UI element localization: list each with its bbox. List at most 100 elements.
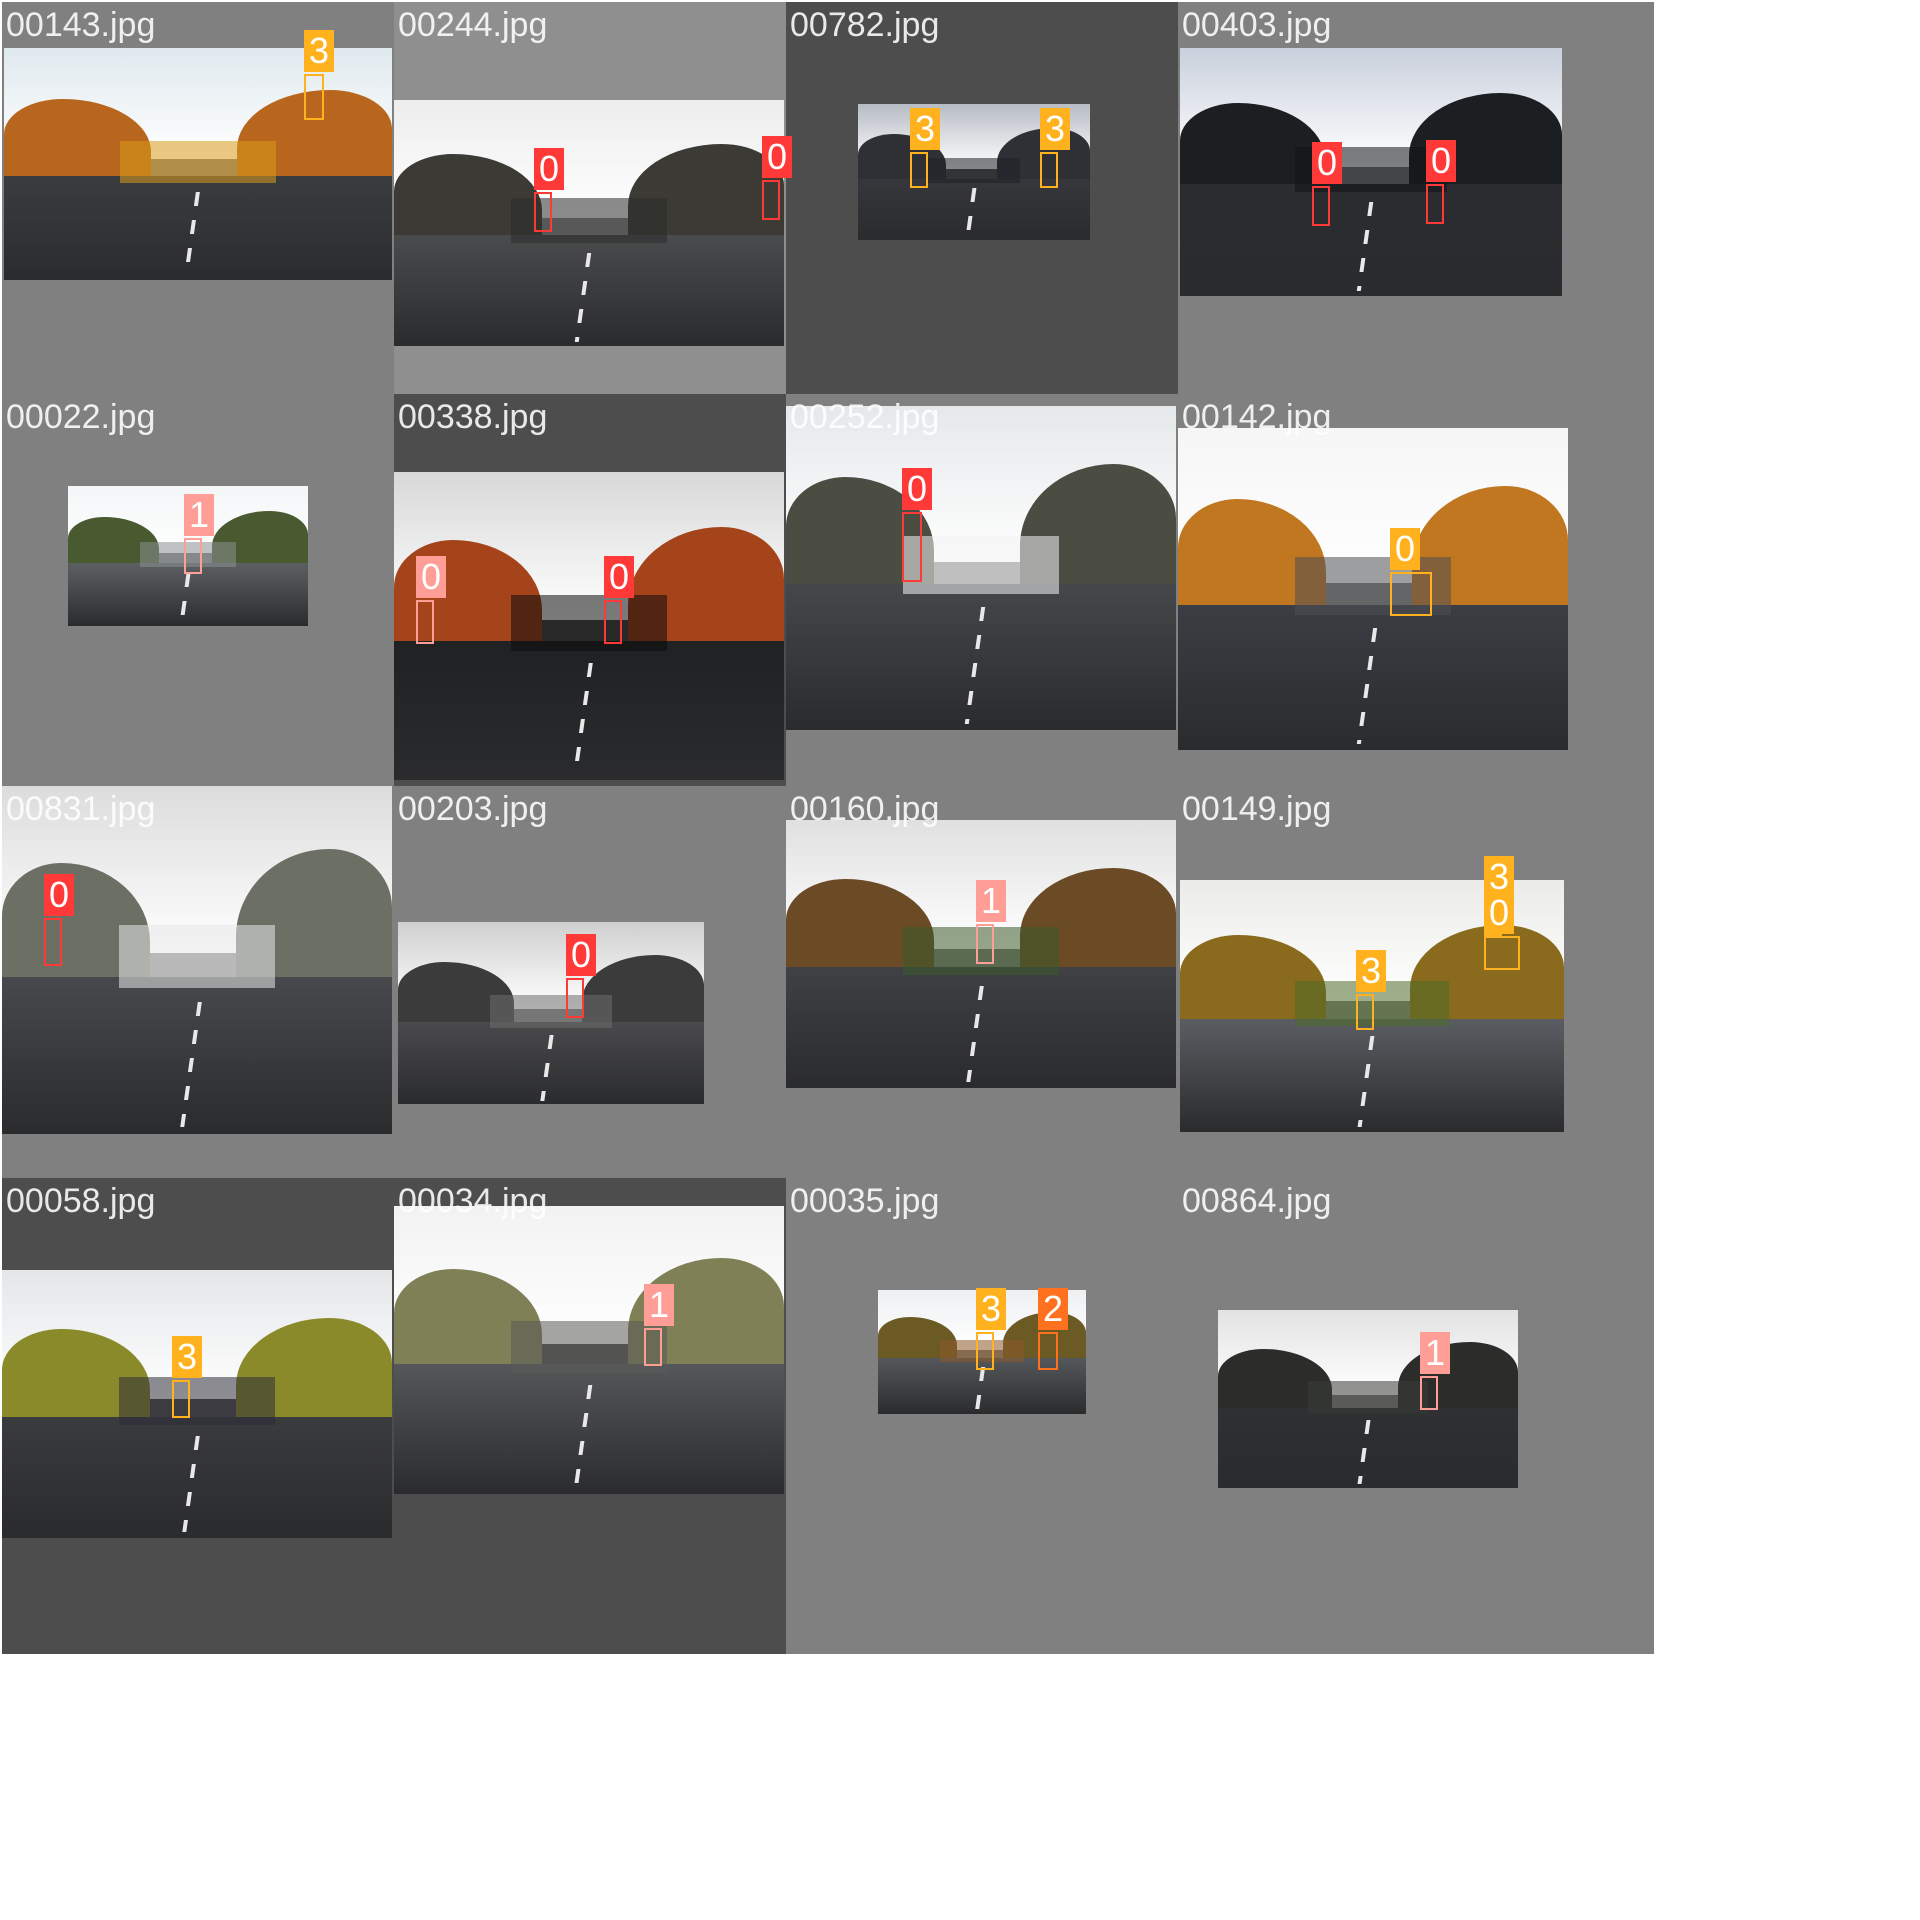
scene-photo: [398, 922, 704, 1104]
tile-filename: 00143.jpg: [6, 6, 156, 44]
scene-structure: [903, 535, 1059, 594]
bounding-box: [184, 538, 202, 574]
scene-structure: [120, 140, 276, 183]
detection-box: 2: [1038, 1288, 1068, 1370]
road: [2, 977, 392, 1134]
detection-box: 0: [1426, 140, 1456, 224]
scene-photo: [4, 48, 392, 280]
bounding-box: [762, 180, 780, 220]
bounding-box: [1420, 1376, 1438, 1410]
class-label: 3: [976, 1288, 1006, 1330]
bounding-box: [172, 1380, 190, 1418]
bounding-box: [534, 192, 552, 232]
detection-box: 3: [1040, 108, 1070, 188]
tile-filename: 00864.jpg: [1182, 1182, 1332, 1220]
class-label: 2: [1038, 1288, 1068, 1330]
class-label: 0: [1484, 892, 1514, 934]
scene-photo: [1180, 48, 1562, 296]
tile-filename: 00035.jpg: [790, 1182, 940, 1220]
scene-structure: [511, 595, 667, 651]
scene-structure: [489, 994, 613, 1028]
bounding-box: [604, 600, 622, 644]
detection-mosaic: 3 00143.jpg 0 0 00244.jpg 3 3 00782.jpg 0 0 00403.…: [0, 0, 1920, 1920]
road: [394, 235, 784, 346]
bounding-box: [976, 1332, 994, 1370]
detection-box: 3: [976, 1288, 1006, 1370]
class-label: 0: [1390, 528, 1420, 570]
scene-photo: [394, 100, 784, 346]
scene-photo: [1178, 428, 1568, 750]
bounding-box: [304, 74, 324, 120]
class-label: 0: [1426, 140, 1456, 182]
detection-box: 1: [644, 1284, 674, 1366]
detection-box: 0: [534, 148, 564, 232]
tile-filename: 00142.jpg: [1182, 398, 1332, 436]
scene-structure: [119, 925, 275, 988]
class-label: 0: [44, 874, 74, 916]
tile-filename: 00403.jpg: [1182, 6, 1332, 44]
class-label: 3: [172, 1336, 202, 1378]
tile-filename: 00022.jpg: [6, 398, 156, 436]
bounding-box: [1040, 152, 1058, 188]
scene-photo: [394, 472, 784, 780]
tile-filename: 00244.jpg: [398, 6, 548, 44]
scene-structure: [119, 1377, 275, 1426]
bounding-box: [44, 918, 62, 966]
class-label: 0: [1312, 142, 1342, 184]
detection-box: 3: [172, 1336, 202, 1418]
scene-photo: [2, 1270, 392, 1538]
bounding-box: [566, 978, 584, 1018]
bounding-box: [1356, 994, 1374, 1030]
detection-box: 3: [910, 108, 940, 188]
class-label: 3: [1040, 108, 1070, 150]
detection-box: 0: [1484, 892, 1520, 970]
class-label: 1: [184, 494, 214, 536]
tile-filename: 00058.jpg: [6, 1182, 156, 1220]
detection-box: 0: [44, 874, 74, 966]
detection-box: 0: [902, 468, 932, 582]
class-label: 1: [1420, 1332, 1450, 1374]
detection-box: 3: [1356, 950, 1386, 1030]
bounding-box: [910, 152, 928, 188]
bounding-box: [1312, 186, 1330, 226]
bounding-box: [644, 1328, 662, 1366]
class-label: 3: [910, 108, 940, 150]
tile-filename: 00831.jpg: [6, 790, 156, 828]
class-label: 0: [566, 934, 596, 976]
road: [1178, 605, 1568, 750]
class-label: 1: [976, 880, 1006, 922]
detection-box: 1: [184, 494, 214, 574]
tile-filename: 00252.jpg: [790, 398, 940, 436]
bounding-box: [1038, 1332, 1058, 1370]
detection-box: 0: [762, 136, 792, 220]
bounding-box: [1484, 936, 1520, 970]
bounding-box: [902, 512, 922, 582]
detection-box: 0: [1312, 142, 1342, 226]
detection-box: 0: [416, 556, 446, 644]
class-label: 0: [762, 136, 792, 178]
bounding-box: [976, 924, 994, 964]
tile-filename: 00034.jpg: [398, 1182, 548, 1220]
scene-photo: [786, 406, 1176, 730]
bounding-box: [1426, 184, 1444, 224]
scene-photo: [394, 1206, 784, 1494]
detection-box: 0: [1390, 528, 1432, 616]
scene-photo: [1218, 1310, 1518, 1488]
detection-box: 3: [304, 30, 334, 120]
class-label: 3: [304, 30, 334, 72]
detection-box: 1: [976, 880, 1006, 964]
scene-structure: [1308, 1381, 1428, 1414]
detection-box: 0: [604, 556, 634, 644]
tile-filename: 00782.jpg: [790, 6, 940, 44]
scene-structure: [927, 158, 1021, 183]
detection-box: 1: [1420, 1332, 1450, 1410]
bounding-box: [416, 600, 434, 644]
detection-box: 0: [566, 934, 596, 1018]
class-label: 0: [534, 148, 564, 190]
mosaic-tile: 1 00864.jpg: [1178, 1178, 1654, 1654]
class-label: 3: [1356, 950, 1386, 992]
road: [394, 1364, 784, 1494]
class-label: 0: [416, 556, 446, 598]
tile-filename: 00149.jpg: [1182, 790, 1332, 828]
bounding-box: [1390, 572, 1432, 616]
